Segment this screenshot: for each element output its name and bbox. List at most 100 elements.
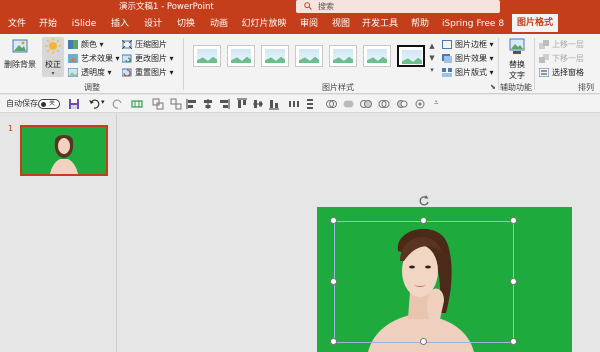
selection-pane-button[interactable]: 选择窗格 [538,66,584,79]
picture-styles-group-label: 图片样式 [322,83,354,92]
tab-review[interactable]: 审阅 [296,14,322,34]
picture-border-button[interactable]: 图片边框 ▾ [441,38,494,51]
align-bottom-icon[interactable] [268,98,280,110]
corrections-button[interactable]: 校正 ▾ [42,37,64,77]
tab-file[interactable]: 文件 [4,14,30,34]
slide-thumbnail-pane: 1 [0,114,117,352]
gallery-scroll[interactable]: ▲ ▼ ▾ [427,40,437,76]
distribute-horizontal-icon[interactable] [288,98,300,110]
tab-islide[interactable]: iSlide [68,14,100,34]
picture-effects-button[interactable]: 图片效果 ▾ [441,52,494,65]
subtract-shapes-icon[interactable] [396,98,408,110]
resize-handle-top-left[interactable] [330,217,337,224]
change-picture-button[interactable]: 更改图片 ▾ [121,52,174,65]
send-backward-button[interactable]: 下移一层 [538,52,584,65]
tab-help[interactable]: 帮助 [407,14,433,34]
divider [534,38,535,90]
tab-view[interactable]: 视图 [328,14,354,34]
redo-icon[interactable] [112,98,124,110]
color-label: 颜色 [81,40,97,49]
gallery-more-icon[interactable]: ▾ [427,64,437,76]
picture-style-3[interactable] [261,45,289,67]
picture-border-label: 图片边框 [455,40,487,49]
shape-format-icon[interactable] [414,98,426,110]
remove-background-icon [12,39,28,53]
tab-transitions[interactable]: 切换 [173,14,199,34]
undo-icon[interactable] [88,98,100,110]
gallery-up-icon[interactable]: ▲ [427,40,437,52]
islide-icon[interactable] [131,98,143,110]
tab-insert[interactable]: 插入 [107,14,133,34]
thumbnail-portrait-image [50,135,78,174]
ungroup-objects-icon[interactable] [170,98,182,110]
artistic-effects-icon [68,54,78,63]
distribute-vertical-icon[interactable] [304,98,316,110]
powerpoint-window: 演示文稿1 - PowerPoint 搜索 文件 开始 iSlide 插入 设计… [0,0,600,352]
picture-layout-button[interactable]: 图片版式 ▾ [441,66,494,79]
resize-handle-bottom[interactable] [420,338,427,345]
quick-access-toolbar: 自动保存 关 ▾ ⩡ [0,95,600,113]
divider [183,38,184,90]
tab-slideshow[interactable]: 幻灯片放映 [239,14,289,34]
resize-handle-top-right[interactable] [510,217,517,224]
transparency-icon [68,68,78,77]
picture-effects-icon [442,54,452,63]
tab-animations[interactable]: 动画 [206,14,232,34]
picture-style-7[interactable] [397,45,425,67]
picture-effects-label: 图片效果 [455,54,487,63]
tab-picture-format[interactable]: 图片格式 [512,14,558,34]
remove-background-button[interactable]: 删除背景 [4,37,36,70]
bring-forward-label: 上移一层 [552,40,584,49]
customize-toolbar-icon[interactable]: ⩡ [434,98,439,108]
resize-handle-top[interactable] [420,217,427,224]
gallery-down-icon[interactable]: ▼ [427,52,437,64]
compress-pictures-label: 压缩图片 [135,40,167,49]
align-right-icon[interactable] [218,98,230,110]
resize-handle-bottom-left[interactable] [330,338,337,345]
tab-ispring[interactable]: iSpring Free 8 [440,14,506,34]
sun-icon [45,38,61,54]
intersect-shapes-icon[interactable] [378,98,390,110]
compress-pictures-button[interactable]: 压缩图片 [121,38,167,51]
reset-picture-button[interactable]: 重置图片 ▾ [121,66,174,79]
picture-style-4[interactable] [295,45,323,67]
combine-shapes-icon[interactable] [342,98,354,110]
tab-home[interactable]: 开始 [35,14,61,34]
artistic-effects-button[interactable]: 艺术效果 ▾ [67,52,120,65]
tab-developer[interactable]: 开发工具 [360,14,400,34]
window-title: 演示文稿1 - PowerPoint [119,2,214,12]
save-icon[interactable] [68,98,80,110]
group-objects-icon[interactable] [152,98,164,110]
picture-style-6[interactable] [363,45,391,67]
styles-dialog-launcher-icon[interactable]: ⬊ [490,83,496,91]
arrange-group-label: 排列 [578,83,594,92]
merge-shapes-icon[interactable] [325,98,337,110]
slide-thumbnail[interactable] [20,125,108,176]
resize-handle-left[interactable] [330,278,337,285]
picture-style-2[interactable] [227,45,255,67]
align-left-icon[interactable] [186,98,198,110]
alt-text-button[interactable]: 替换 文字 [503,37,531,81]
artistic-effects-label: 艺术效果 [81,54,113,63]
resize-handle-right[interactable] [510,278,517,285]
align-middle-icon[interactable] [252,98,264,110]
picture-style-5[interactable] [329,45,357,67]
ribbon-tab-bar: 文件 开始 iSlide 插入 设计 切换 动画 幻灯片放映 审阅 视图 开发工… [0,14,600,34]
rotate-handle-icon[interactable] [418,194,430,206]
picture-style-1[interactable] [193,45,221,67]
transparency-button[interactable]: 透明度 ▾ [67,66,112,79]
align-center-icon[interactable] [202,98,214,110]
change-picture-label: 更改图片 [135,54,167,63]
autosave-toggle[interactable]: 关 [38,99,60,109]
align-top-icon[interactable] [236,98,248,110]
color-button[interactable]: 颜色 ▾ [67,38,104,51]
bring-forward-button[interactable]: 上移一层 [538,38,584,51]
adjust-group-label: 调整 [84,83,100,92]
fragment-shapes-icon[interactable] [360,98,372,110]
search-box[interactable]: 搜索 [296,0,500,13]
ribbon: 删除背景 校正 ▾ 颜色 ▾ 艺术效果 ▾ 透明度 ▾ 压缩图片 更改图片 ▾ [0,34,600,94]
title-bar: 演示文稿1 - PowerPoint 搜索 [0,0,600,14]
undo-dropdown-icon[interactable]: ▾ [101,98,105,106]
resize-handle-bottom-right[interactable] [510,338,517,345]
tab-design[interactable]: 设计 [140,14,166,34]
